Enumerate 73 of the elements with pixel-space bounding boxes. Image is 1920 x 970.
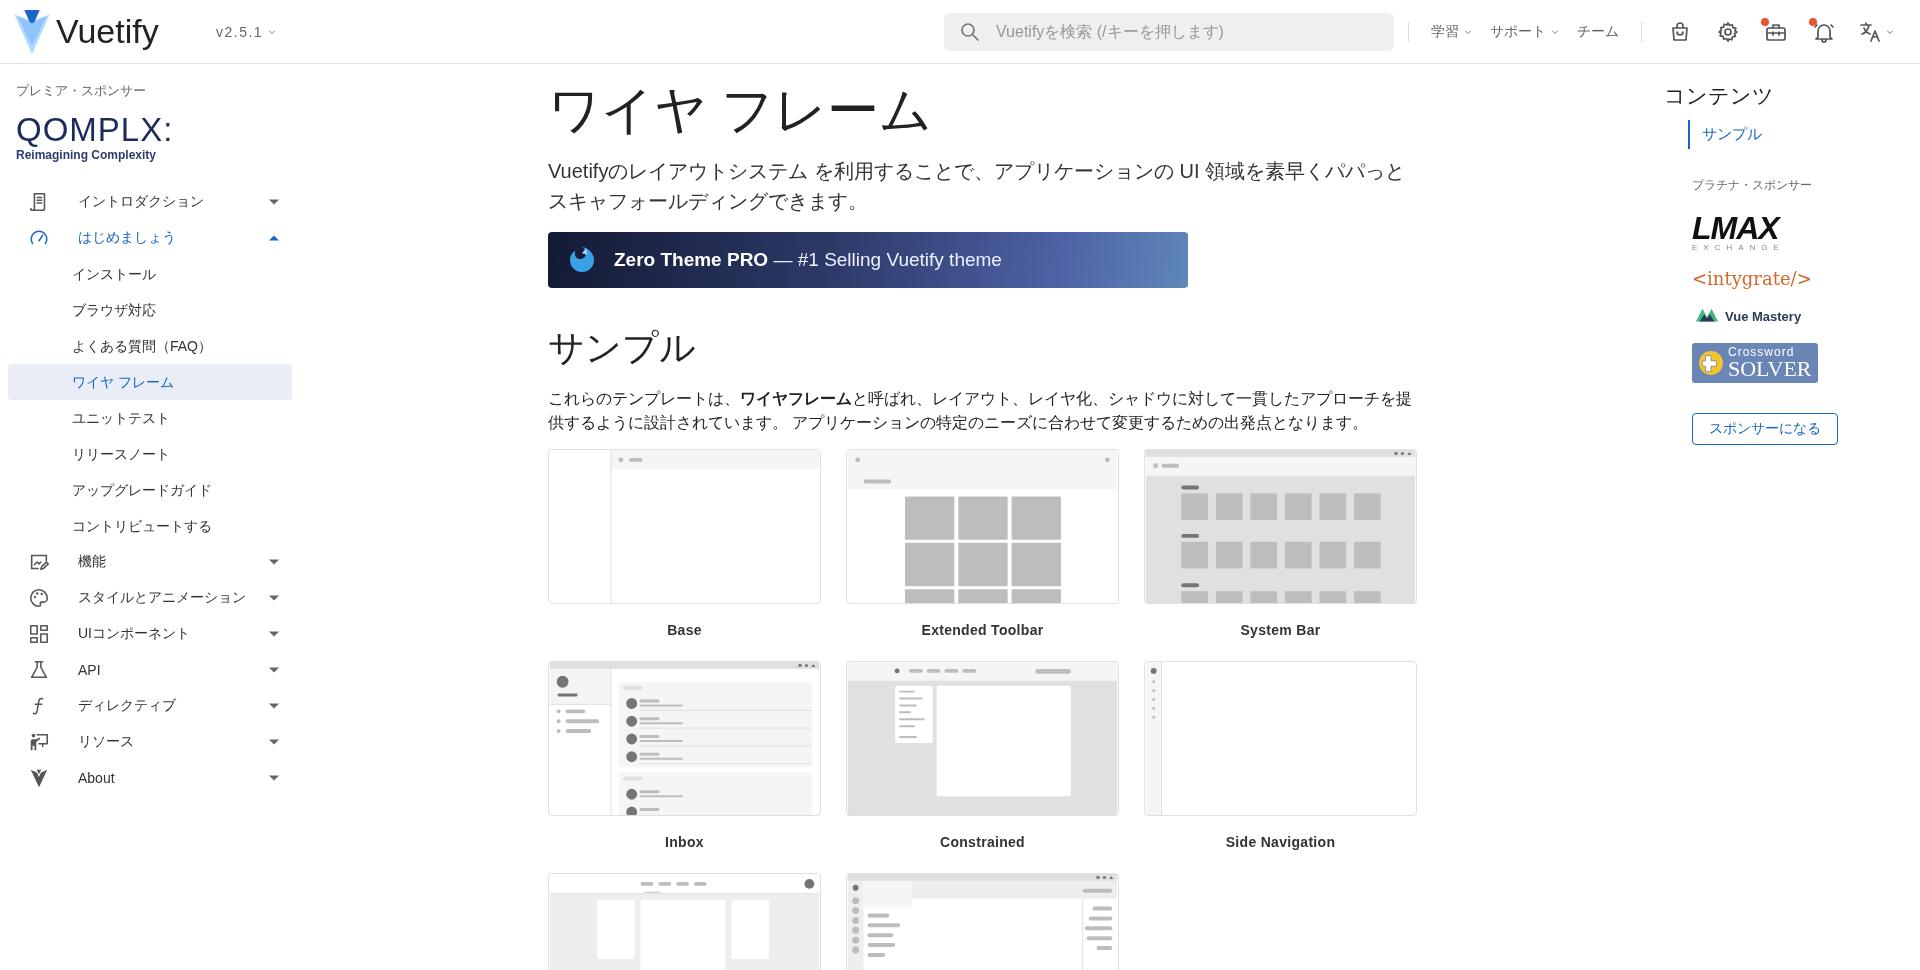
nav-group[interactable]: はじめましょう	[8, 220, 292, 256]
nav-group-label: API	[78, 662, 102, 678]
translate-icon	[1858, 19, 1882, 44]
toc-title: コンテンツ	[1664, 83, 1775, 109]
template-label: Constrained	[940, 833, 1025, 851]
nav-item[interactable]: リリースノート	[8, 436, 292, 472]
nav-group-label: About	[78, 770, 116, 786]
sponsor-logo-text[interactable]: SOLVER	[1728, 358, 1812, 380]
nav-group-label: 機能	[78, 553, 107, 571]
site-title: Vuetify	[56, 12, 159, 51]
sponsor-badge[interactable]: Crossword SOLVER	[1692, 343, 1818, 383]
section-text: これらのテンプレートは、ワイヤフレームと呼ばれ、レイアウト、レイヤ化、シャドウに対して一貫したアプローチを提供するように設計されています。 アプリケーションの特定のニーズに合わせて変更するための出発点となります。	[548, 389, 1413, 433]
nav-group-label: ディレクティブ	[78, 697, 177, 715]
nav-group[interactable]: API	[8, 652, 292, 688]
wireframe-drawing[interactable]	[846, 449, 1119, 604]
search-field[interactable]: Vuetifyを検索 (/キーを押します)	[944, 12, 1394, 51]
nav-group[interactable]: イントロダクション	[8, 184, 292, 220]
become-sponsor-button[interactable]: スポンサーになる	[1692, 413, 1838, 445]
crossword-grid-icon	[1698, 350, 1724, 376]
nav-item[interactable]: インストール	[8, 256, 292, 292]
nav-group-label: UIコンポーネント	[78, 625, 191, 643]
nav-item[interactable]: ブラウザ対応	[8, 292, 292, 328]
sponsor-logo-text[interactable]: LMAX	[1692, 212, 1785, 244]
nav-link[interactable]: サポート	[1482, 16, 1569, 47]
wireframe-drawing[interactable]	[548, 449, 821, 604]
page-title: ワイヤ フレーム	[548, 80, 934, 141]
nav-item[interactable]: コントリビュートする	[8, 508, 292, 544]
nav-group[interactable]: ディレクティブ	[8, 688, 292, 724]
toc-link[interactable]: サンプル	[1688, 120, 1920, 149]
sponsor-logo-text[interactable]: Vue Mastery	[1725, 308, 1802, 324]
sponsor-label: プレミア・スポンサー	[16, 82, 147, 100]
version-menu[interactable]: v2.5.1	[212, 19, 283, 44]
template-label: Inbox	[665, 833, 704, 851]
sponsor-logo-text[interactable]: QOMPLX:	[16, 114, 174, 146]
sponsor-label: プラチナ・スポンサー	[1692, 177, 1813, 194]
sponsor-tagline: Reimagining Complexity	[16, 148, 157, 162]
nav-group-label: イントロダクション	[78, 193, 205, 211]
nav-item[interactable]: ワイヤ フレーム	[8, 364, 292, 400]
flask-icon	[28, 659, 50, 681]
nav-item[interactable]: よくある質問（FAQ）	[8, 328, 292, 364]
settings-icon	[1716, 19, 1740, 44]
palette-icon	[28, 587, 50, 609]
presenter-icon	[28, 731, 50, 753]
template-label: System Bar	[1240, 621, 1321, 639]
nav-group-label: スタイルとアニメーション	[78, 589, 247, 607]
grid-icon	[28, 623, 50, 645]
nav-group[interactable]: UIコンポーネント	[8, 616, 292, 652]
wireframe-drawing[interactable]	[846, 661, 1119, 816]
nav-item[interactable]: アップグレードガイド	[8, 472, 292, 508]
v-logo-icon	[14, 9, 50, 54]
wireframe-drawing[interactable]	[1144, 449, 1417, 604]
nav-group-label: はじめましょう	[78, 229, 177, 247]
nav-link[interactable]: 学習	[1423, 16, 1482, 47]
promo-banner[interactable]: Zero Theme PRO — #1 Selling Vuetify theme	[548, 232, 1188, 288]
wireframe-drawing[interactable]	[1144, 661, 1417, 816]
wireframe-drawing[interactable]	[548, 661, 821, 816]
nav-group[interactable]: リソース	[8, 724, 292, 760]
template-label: Extended Toolbar	[921, 621, 1044, 639]
nav-item[interactable]: ユニットテスト	[8, 400, 292, 436]
nav-group-label: リソース	[78, 733, 135, 751]
nav-group[interactable]: About	[8, 760, 292, 796]
nav-group[interactable]: 機能	[8, 544, 292, 580]
sponsor-logo-text[interactable]: Crossword	[1728, 346, 1812, 358]
sponsor-logo-text[interactable]: <intygrate/>	[1692, 268, 1812, 289]
template-label: Base	[667, 621, 702, 639]
banner-text: Zero Theme PRO — #1 Selling Vuetify theme	[614, 249, 1002, 271]
nav-group[interactable]: スタイルとアニメーション	[8, 580, 292, 616]
section-title: サンプル	[548, 326, 697, 370]
template-label: Side Navigation	[1225, 833, 1336, 851]
sponsor-logo-text[interactable]: EXCHANGE	[1692, 244, 1785, 252]
page-intro: Vuetifyのレイアウトシステム を利用することで、アプリケーションの UI 領域を素早くパパっとスキャフォールディングできます。	[548, 159, 1407, 214]
nav-link[interactable]: チーム	[1569, 16, 1627, 47]
v-logo-icon	[28, 767, 50, 789]
